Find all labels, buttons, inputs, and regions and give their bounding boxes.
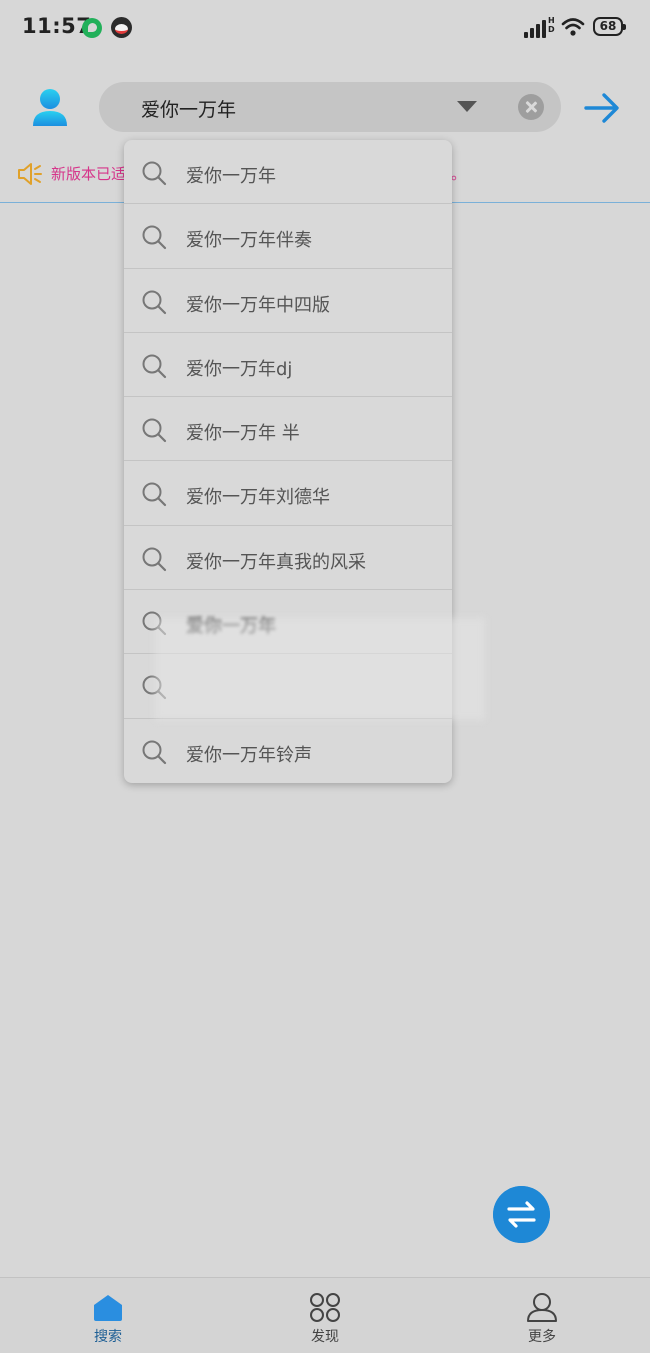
suggestion-label: 爱你一万年铃声: [186, 744, 312, 766]
suggestion-item[interactable]: 爱你一万年dj: [124, 333, 452, 398]
suggestion-item[interactable]: 爱你一万年: [124, 140, 452, 205]
nav-label: 更多: [528, 1329, 556, 1345]
nav-label: 搜索: [94, 1329, 122, 1345]
search-icon: [142, 482, 167, 507]
clear-icon[interactable]: [518, 94, 544, 120]
nav-label: 发现: [311, 1329, 339, 1345]
suggestion-label: 爱你一万年刘德华: [186, 487, 330, 509]
suggestion-label: 爱你一万年: [186, 166, 276, 187]
arrow-right-icon[interactable]: [582, 88, 622, 128]
screen: 11:57 HD 68 爱你一万年 新版本已适 。 爱你一万年 爱你一万年伴奏 …: [0, 0, 650, 1353]
search-icon: [142, 547, 167, 571]
suggestion-item[interactable]: 爱你一万年 半: [124, 397, 452, 462]
search-icon: [142, 354, 167, 378]
speaker-icon: [18, 163, 42, 185]
blurred-region: [155, 618, 485, 720]
notice-text[interactable]: 新版本已适: [51, 163, 127, 184]
nav-item-discover[interactable]: 发现: [265, 1278, 385, 1353]
search-box[interactable]: 爱你一万年: [99, 82, 561, 132]
suggestion-label: 爱你一万年 半: [186, 423, 300, 445]
bottom-nav: 搜索 发现 更多: [0, 1277, 650, 1353]
notice-text-end: 。: [451, 165, 467, 183]
suggestion-label: 爱你一万年中四版: [186, 294, 330, 316]
suggestion-label: 爱你一万年伴奏: [186, 230, 312, 252]
suggestion-label: 爱你一万年dj: [186, 358, 293, 380]
search-input[interactable]: 爱你一万年: [141, 95, 236, 122]
qq-icon: [111, 17, 132, 38]
search-icon: [142, 225, 167, 250]
swap-icon[interactable]: [493, 1186, 550, 1243]
battery-icon: 68: [593, 17, 626, 36]
suggestion-item[interactable]: 爱你一万年中四版: [124, 269, 452, 333]
status-bar: 11:57 HD 68: [0, 0, 650, 56]
nav-item-more[interactable]: 更多: [482, 1278, 602, 1353]
person-icon: [527, 1293, 557, 1322]
search-icon: [142, 161, 167, 186]
home-icon: [94, 1295, 122, 1321]
suggestion-item[interactable]: 爱你一万年铃声: [124, 719, 452, 783]
signal-icon: HD: [524, 16, 555, 38]
avatar-icon[interactable]: [30, 86, 70, 128]
dropdown-arrow-icon[interactable]: [457, 101, 477, 112]
grid-icon: [310, 1293, 340, 1322]
search-icon: [142, 418, 167, 443]
chat-app-icon: [82, 18, 102, 38]
network-type-label: HD: [548, 16, 555, 34]
suggestion-item[interactable]: 爱你一万年真我的风采: [124, 526, 452, 591]
wifi-icon: [561, 18, 585, 36]
suggestion-item[interactable]: 爱你一万年伴奏: [124, 204, 452, 269]
suggestion-item[interactable]: 爱你一万年刘德华: [124, 461, 452, 526]
search-icon: [142, 290, 167, 314]
status-time: 11:57: [22, 14, 92, 38]
suggestion-label: 爱你一万年真我的风采: [186, 551, 366, 573]
search-icon: [142, 740, 167, 764]
nav-item-search[interactable]: 搜索: [48, 1278, 168, 1353]
